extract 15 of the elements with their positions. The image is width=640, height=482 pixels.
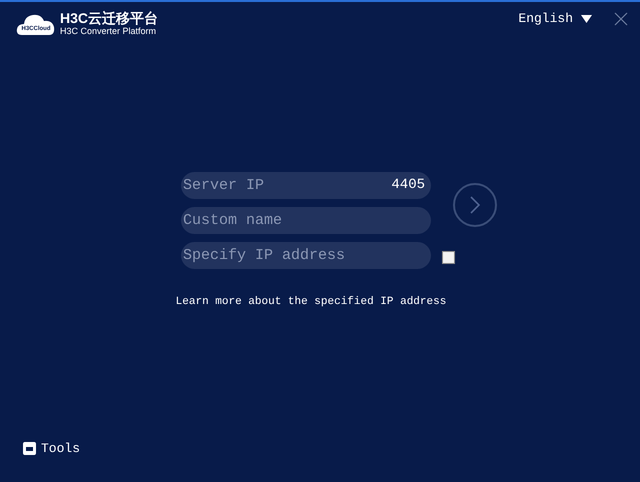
checkbox[interactable] [442,251,455,264]
tools-button[interactable]: Tools [23,438,80,458]
port-number: 4405 [391,176,425,195]
network-port-icon [23,442,36,455]
close-button[interactable] [614,12,628,26]
caret-icon [581,14,592,22]
language-dropdown[interactable]: English [518,8,592,28]
custom-name-field[interactable]: Custom name [181,207,431,234]
close-icon [614,12,628,26]
app-subtitle: H3C Converter Platform [60,27,158,36]
specify-ip-field[interactable]: Specify IP address [181,242,431,269]
app-title: H3C云迁移平台 [60,11,158,25]
learn-more-link[interactable]: Learn more about the specified IP address [176,294,446,310]
next-button[interactable] [453,183,497,227]
chevron-right-icon [470,196,480,214]
